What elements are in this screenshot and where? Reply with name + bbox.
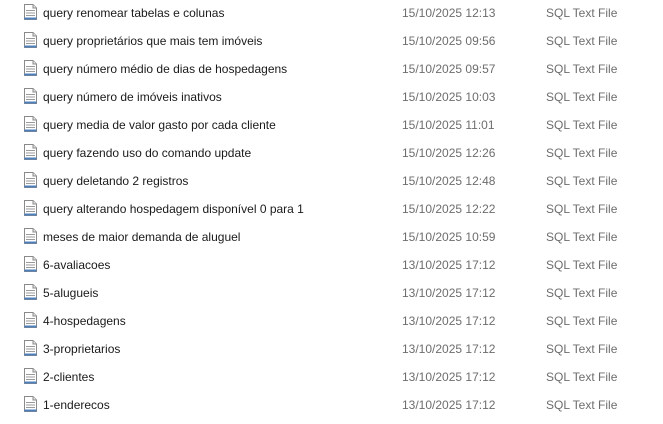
file-name: 3-proprietarios xyxy=(43,342,121,356)
file-name: query deletando 2 registros xyxy=(43,174,189,188)
file-modified-date: 13/10/2025 17:12 xyxy=(402,314,496,328)
file-name: query media de valor gasto por cada clie… xyxy=(43,118,276,132)
file-name: 5-alugueis xyxy=(43,286,99,300)
file-type: SQL Text File xyxy=(546,34,618,48)
file-type: SQL Text File xyxy=(546,6,618,20)
file-type: SQL Text File xyxy=(546,202,618,216)
file-modified-date: 13/10/2025 17:12 xyxy=(402,370,496,384)
file-type: SQL Text File xyxy=(546,342,618,356)
file-name: 6-avaliacoes xyxy=(43,258,111,272)
file-row[interactable]: 2-clientes 13/10/2025 17:12 SQL Text Fil… xyxy=(0,364,663,392)
file-name: query proprietários que mais tem imóveis xyxy=(43,34,263,48)
sql-file-icon xyxy=(24,228,37,244)
file-row[interactable]: query número médio de dias de hospedagen… xyxy=(0,56,663,84)
file-modified-date: 15/10/2025 09:56 xyxy=(402,34,496,48)
file-name: query renomear tabelas e colunas xyxy=(43,6,225,20)
file-name: query alterando hospedagem disponível 0 … xyxy=(43,202,304,216)
file-row[interactable]: query fazendo uso do comando update 15/1… xyxy=(0,140,663,168)
file-name: query número de imóveis inativos xyxy=(43,90,222,104)
file-type: SQL Text File xyxy=(546,174,618,188)
file-name: query número médio de dias de hospedagen… xyxy=(43,62,288,76)
file-modified-date: 15/10/2025 10:59 xyxy=(402,230,496,244)
sql-file-icon xyxy=(24,172,37,188)
file-modified-date: 13/10/2025 17:12 xyxy=(402,286,496,300)
sql-file-icon xyxy=(24,60,37,76)
file-modified-date: 13/10/2025 17:12 xyxy=(402,342,496,356)
sql-file-icon xyxy=(24,200,37,216)
sql-file-icon xyxy=(24,256,37,272)
sql-file-icon xyxy=(24,396,37,412)
file-row[interactable]: query deletando 2 registros 15/10/2025 1… xyxy=(0,168,663,196)
file-modified-date: 13/10/2025 17:12 xyxy=(402,258,496,272)
file-name: meses de maior demanda de aluguel xyxy=(43,230,241,244)
file-type: SQL Text File xyxy=(546,230,618,244)
sql-file-icon xyxy=(24,4,37,20)
file-list: query renomear tabelas e colunas 15/10/2… xyxy=(0,0,663,420)
file-type: SQL Text File xyxy=(546,370,618,384)
sql-file-icon xyxy=(24,88,37,104)
file-modified-date: 13/10/2025 17:12 xyxy=(402,398,496,412)
file-row[interactable]: 5-alugueis 13/10/2025 17:12 SQL Text Fil… xyxy=(0,280,663,308)
file-type: SQL Text File xyxy=(546,90,618,104)
file-row[interactable]: query media de valor gasto por cada clie… xyxy=(0,112,663,140)
sql-file-icon xyxy=(24,368,37,384)
file-type: SQL Text File xyxy=(546,62,618,76)
file-name: 2-clientes xyxy=(43,370,95,384)
file-row[interactable]: query renomear tabelas e colunas 15/10/2… xyxy=(0,0,663,28)
file-row[interactable]: 3-proprietarios 13/10/2025 17:12 SQL Tex… xyxy=(0,336,663,364)
file-modified-date: 15/10/2025 10:03 xyxy=(402,90,496,104)
file-modified-date: 15/10/2025 12:26 xyxy=(402,146,496,160)
sql-file-icon xyxy=(24,312,37,328)
file-type: SQL Text File xyxy=(546,398,618,412)
file-name: 1-enderecos xyxy=(43,398,110,412)
file-row[interactable]: query proprietários que mais tem imóveis… xyxy=(0,28,663,56)
file-type: SQL Text File xyxy=(546,118,618,132)
file-modified-date: 15/10/2025 12:48 xyxy=(402,174,496,188)
file-modified-date: 15/10/2025 11:01 xyxy=(402,118,495,132)
file-type: SQL Text File xyxy=(546,286,618,300)
file-name: query fazendo uso do comando update xyxy=(43,146,252,160)
file-row[interactable]: meses de maior demanda de aluguel 15/10/… xyxy=(0,224,663,252)
sql-file-icon xyxy=(24,144,37,160)
sql-file-icon xyxy=(24,116,37,132)
file-name: 4-hospedagens xyxy=(43,314,126,328)
file-modified-date: 15/10/2025 12:13 xyxy=(402,6,496,20)
file-row[interactable]: 1-enderecos 13/10/2025 17:12 SQL Text Fi… xyxy=(0,392,663,420)
file-modified-date: 15/10/2025 12:22 xyxy=(402,202,496,216)
file-row[interactable]: query alterando hospedagem disponível 0 … xyxy=(0,196,663,224)
file-row[interactable]: query número de imóveis inativos 15/10/2… xyxy=(0,84,663,112)
file-type: SQL Text File xyxy=(546,146,618,160)
file-modified-date: 15/10/2025 09:57 xyxy=(402,62,496,76)
file-type: SQL Text File xyxy=(546,314,618,328)
file-row[interactable]: 6-avaliacoes 13/10/2025 17:12 SQL Text F… xyxy=(0,252,663,280)
sql-file-icon xyxy=(24,340,37,356)
sql-file-icon xyxy=(24,284,37,300)
sql-file-icon xyxy=(24,32,37,48)
file-type: SQL Text File xyxy=(546,258,618,272)
file-row[interactable]: 4-hospedagens 13/10/2025 17:12 SQL Text … xyxy=(0,308,663,336)
